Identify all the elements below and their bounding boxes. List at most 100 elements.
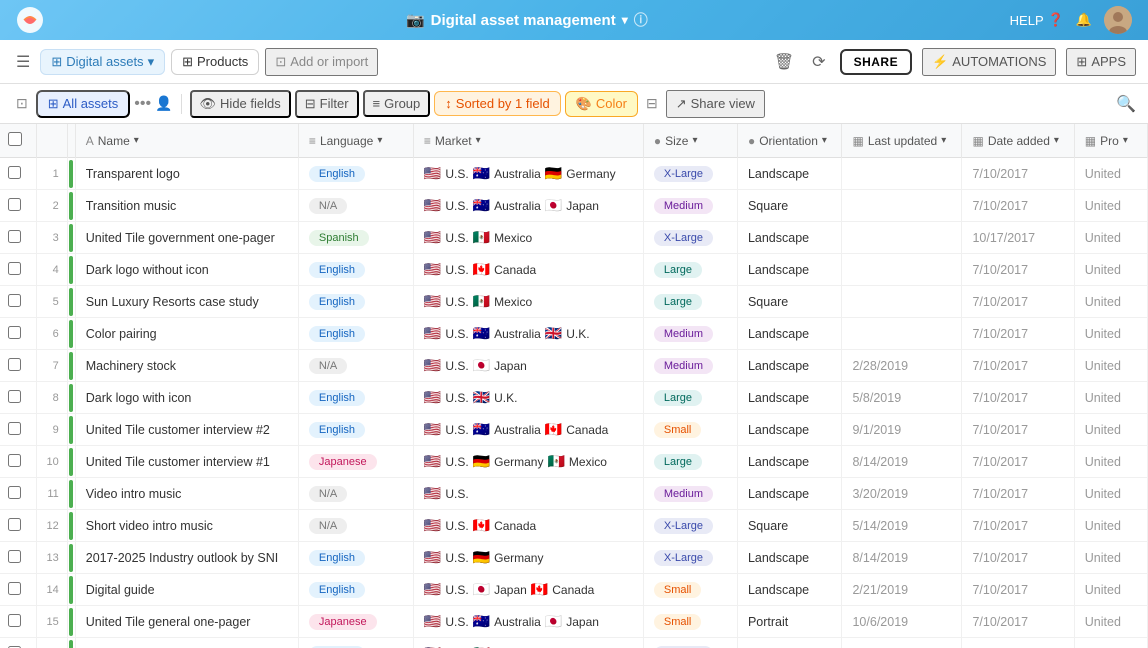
select-all-checkbox[interactable] — [8, 132, 22, 146]
orientation-cell: Square — [737, 190, 842, 222]
row-checkbox[interactable] — [8, 390, 21, 403]
all-assets-button[interactable]: ⊞ All assets — [36, 90, 131, 118]
name-cell[interactable]: United Tile customer interview #2 — [75, 414, 298, 446]
name-cell[interactable]: Machinery stock — [75, 350, 298, 382]
name-cell[interactable]: Transparent logo — [75, 158, 298, 190]
name-cell[interactable]: Dark logo without icon — [75, 254, 298, 286]
name-cell[interactable]: Digital guide — [75, 574, 298, 606]
name-cell[interactable]: Transition music — [75, 190, 298, 222]
name-cell[interactable]: Xinhua case study — [75, 638, 298, 648]
header-size[interactable]: ● Size ▾ — [643, 124, 737, 158]
row-checkbox-cell[interactable] — [0, 446, 36, 478]
row-checkbox-cell[interactable] — [0, 478, 36, 510]
row-checkbox-cell[interactable] — [0, 414, 36, 446]
language-cell: English — [298, 158, 413, 190]
size-col-dropdown[interactable]: ▾ — [692, 135, 697, 146]
digital-assets-button[interactable]: ⊞ Digital assets ▾ — [40, 49, 165, 75]
row-checkbox[interactable] — [8, 166, 21, 179]
pro-col-dropdown[interactable]: ▾ — [1123, 135, 1128, 146]
name-cell[interactable]: United Tile general one-pager — [75, 606, 298, 638]
name-cell[interactable]: 2017-2025 Industry outlook by SNI — [75, 542, 298, 574]
row-checkbox[interactable] — [8, 198, 21, 211]
name-cell[interactable]: United Tile customer interview #1 — [75, 446, 298, 478]
row-checkbox[interactable] — [8, 358, 21, 371]
filter-button[interactable]: ⊟ Filter — [295, 90, 359, 118]
header-date-added[interactable]: ▦ Date added ▾ — [962, 124, 1074, 158]
search-icon[interactable]: 🔍 — [1116, 94, 1136, 114]
name-cell[interactable]: Short video intro music — [75, 510, 298, 542]
info-icon[interactable]: ⓘ — [634, 10, 648, 30]
row-checkbox[interactable] — [8, 262, 21, 275]
header-pro[interactable]: ▦ Pro ▾ — [1074, 124, 1147, 158]
header-orientation[interactable]: ● Orientation ▾ — [737, 124, 842, 158]
row-checkbox-cell[interactable] — [0, 542, 36, 574]
share-view-button[interactable]: ↗ Share view — [666, 90, 765, 118]
row-checkbox-cell[interactable] — [0, 350, 36, 382]
add-import-button[interactable]: ⊡ Add or import — [265, 48, 378, 76]
row-checkbox-cell[interactable] — [0, 574, 36, 606]
row-checkbox[interactable] — [8, 614, 21, 627]
name-col-dropdown[interactable]: ▾ — [134, 135, 139, 146]
row-checkbox-cell[interactable] — [0, 254, 36, 286]
header-name[interactable]: A Name ▾ — [75, 124, 298, 158]
market-cell: 🇺🇸U.S.🇦🇺Australia🇨🇦Canada — [413, 414, 643, 446]
hide-icon: 👁 — [200, 96, 217, 112]
name-cell[interactable]: Dark logo with icon — [75, 382, 298, 414]
name-cell[interactable]: Sun Luxury Resorts case study — [75, 286, 298, 318]
sidebar-toggle-icon[interactable]: ⊡ — [12, 91, 32, 116]
row-checkbox[interactable] — [8, 422, 21, 435]
history-icon[interactable]: ⟳ — [808, 48, 829, 76]
row-checkbox[interactable] — [8, 230, 21, 243]
row-checkbox-cell[interactable] — [0, 222, 36, 254]
row-checkbox[interactable] — [8, 486, 21, 499]
group-button[interactable]: ≡ Group — [363, 90, 431, 117]
row-checkbox[interactable] — [8, 294, 21, 307]
apps-button[interactable]: ⊞ APPS — [1066, 48, 1136, 76]
help-button[interactable]: HELP ❓ — [1010, 12, 1064, 28]
color-button[interactable]: 🎨 Color — [565, 91, 638, 117]
row-checkbox-cell[interactable] — [0, 606, 36, 638]
name-cell[interactable]: Video intro music — [75, 478, 298, 510]
share-button[interactable]: SHARE — [840, 49, 913, 75]
lastupdated-col-dropdown[interactable]: ▾ — [941, 135, 946, 146]
menu-icon[interactable]: ☰ — [12, 48, 34, 76]
row-checkbox-cell[interactable] — [0, 510, 36, 542]
flag-icon: 🇨🇦 — [473, 517, 490, 534]
row-checkbox[interactable] — [8, 550, 21, 563]
products-tab[interactable]: ⊞ Products — [171, 49, 259, 75]
notification-bell-icon[interactable]: 🔔 — [1076, 12, 1092, 28]
row-checkbox-cell[interactable] — [0, 190, 36, 222]
automations-button[interactable]: ⚡ AUTOMATIONS — [922, 48, 1056, 76]
name-cell[interactable]: United Tile government one-pager — [75, 222, 298, 254]
all-assets-label: All assets — [63, 96, 119, 111]
person-icon[interactable]: 👤 — [155, 95, 172, 112]
title-dropdown-icon[interactable]: ▾ — [622, 13, 628, 27]
dateadded-col-dropdown[interactable]: ▾ — [1054, 135, 1059, 146]
row-checkbox-cell[interactable] — [0, 638, 36, 648]
row-checkbox-cell[interactable] — [0, 318, 36, 350]
view-more-icon[interactable]: ••• — [134, 95, 151, 113]
hide-fields-button[interactable]: 👁 Hide fields — [190, 90, 291, 118]
divider — [181, 94, 182, 114]
row-number: 7 — [36, 350, 67, 382]
header-language[interactable]: ≡ Language ▾ — [298, 124, 413, 158]
row-checkbox[interactable] — [8, 582, 21, 595]
row-checkbox[interactable] — [8, 454, 21, 467]
row-checkbox[interactable] — [8, 518, 21, 531]
grid-icon: ⊞ — [51, 54, 62, 70]
market-col-dropdown[interactable]: ▾ — [476, 135, 481, 146]
avatar[interactable] — [1104, 6, 1132, 34]
row-checkbox-cell[interactable] — [0, 382, 36, 414]
header-market[interactable]: ≡ Market ▾ — [413, 124, 643, 158]
row-height-icon[interactable]: ⊟ — [642, 91, 662, 116]
orientation-cell: Square — [737, 286, 842, 318]
name-cell[interactable]: Color pairing — [75, 318, 298, 350]
orientation-col-dropdown[interactable]: ▾ — [822, 135, 827, 146]
header-last-updated[interactable]: ▦ Last updated ▾ — [842, 124, 962, 158]
language-col-dropdown[interactable]: ▾ — [377, 135, 382, 146]
row-checkbox-cell[interactable] — [0, 158, 36, 190]
row-checkbox-cell[interactable] — [0, 286, 36, 318]
delete-icon[interactable]: 🗑 — [770, 48, 798, 76]
sorted-button[interactable]: ↕ Sorted by 1 field — [434, 91, 560, 116]
row-checkbox[interactable] — [8, 326, 21, 339]
